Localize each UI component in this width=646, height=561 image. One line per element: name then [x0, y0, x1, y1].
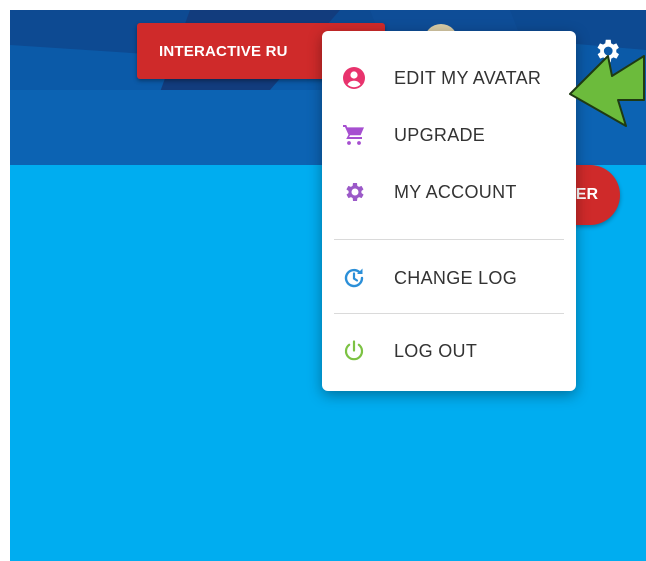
menu-divider: [334, 239, 564, 240]
menu-item-upgrade[interactable]: UPGRADE: [322, 110, 576, 160]
menu-item-label: MY ACCOUNT: [394, 182, 517, 202]
menu-item-edit-avatar[interactable]: EDIT MY AVATAR: [322, 53, 576, 103]
green-pointer-arrow: [569, 55, 645, 127]
app-area: INTERACTIVE RU ER EDIT MY AVATAR UPGRADE…: [10, 10, 646, 561]
menu-item-label: UPGRADE: [394, 125, 486, 145]
menu-divider: [334, 313, 564, 314]
screenshot-frame: INTERACTIVE RU ER EDIT MY AVATAR UPGRADE…: [0, 0, 646, 561]
gear-icon: [346, 183, 364, 201]
interactive-rules-button-label: INTERACTIVE RU: [159, 42, 288, 60]
red-action-button-label: ER: [575, 186, 598, 203]
settings-dropdown-menu: EDIT MY AVATAR UPGRADE MY ACCOUNT CHANGE…: [322, 31, 576, 391]
history-icon: [344, 268, 364, 288]
menu-item-change-log[interactable]: CHANGE LOG: [322, 253, 576, 303]
power-icon: [344, 340, 364, 361]
menu-item-label: CHANGE LOG: [394, 268, 518, 288]
account-circle-icon: [343, 67, 365, 89]
menu-item-label: LOG OUT: [394, 341, 478, 361]
cart-icon: [343, 125, 364, 145]
menu-item-my-account[interactable]: MY ACCOUNT: [322, 167, 576, 217]
menu-item-log-out[interactable]: LOG OUT: [322, 326, 576, 376]
menu-item-label: EDIT MY AVATAR: [394, 68, 542, 88]
